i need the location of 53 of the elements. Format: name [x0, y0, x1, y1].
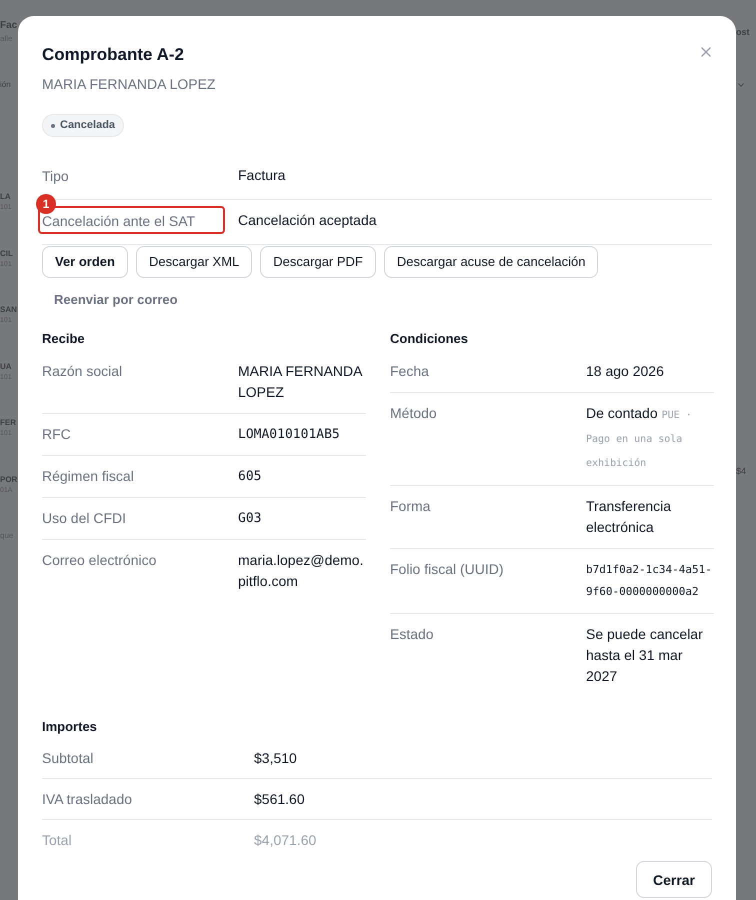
dialog-subtitle: MARIA FERNANDA LOPEZ [42, 74, 216, 94]
field-value: b7d1f0a2-1c34-4a51-9f60-0000000000a2 [586, 562, 713, 600]
field-label: Régimen fiscal [42, 466, 135, 486]
total-value: $3,510 [254, 749, 297, 768]
row-name: UA [0, 360, 13, 372]
field-value: De contado PUE · Pago en una sola exhibición [586, 404, 693, 471]
field-label: Cancelación ante el SAT [42, 212, 196, 229]
action-button[interactable]: Descargar acuse de cancelación [384, 246, 598, 278]
row-name: SAN [0, 304, 18, 316]
field-value: Transferencia electrónica [586, 496, 672, 537]
total-label: IVA trasladado [42, 790, 134, 810]
field-value: Cancelación aceptada [238, 210, 377, 230]
filter-label: ión [0, 79, 12, 91]
amount-text: $4 [736, 464, 748, 478]
field-label: Uso del CFDI [42, 508, 128, 528]
total-value: $561.60 [254, 790, 305, 810]
total-label: Total [42, 831, 73, 850]
total-label: Subtotal [42, 749, 94, 768]
column-header: ost [736, 26, 750, 39]
field-value: Factura [238, 166, 286, 185]
field-value: G03 [238, 510, 262, 528]
row-name: POR [0, 474, 18, 486]
field-value: Se puede cancelar hasta el 31 mar 2027 [586, 624, 704, 686]
action-button[interactable]: Descargar PDF [260, 246, 376, 278]
dialog-title: Comprobante A-2 [42, 44, 184, 66]
row-name: CIL [0, 248, 14, 260]
page-title: Fac [0, 19, 18, 33]
close-dialog-button[interactable]: Cerrar [636, 861, 712, 898]
field-label: Correo electrónico [42, 550, 158, 570]
field-label: Folio fiscal (UUID) [390, 560, 505, 579]
action-button[interactable]: Descargar XML [136, 246, 252, 278]
field-label: Razón social [42, 362, 124, 381]
action-button[interactable]: Ver orden [42, 246, 128, 278]
section-title: Recibe [42, 330, 86, 348]
field-label: Forma [390, 496, 432, 516]
field-label: Método [390, 404, 438, 423]
field-value: maria.lopez@demo.pitflo.com [238, 550, 364, 591]
section-title: Importes [42, 718, 98, 736]
callout-number: 1 [36, 194, 56, 214]
field-value: MARIA FERNANDA LOPEZ [238, 362, 364, 402]
field-label: RFC [42, 424, 72, 444]
row-name: FER [0, 417, 17, 429]
field-value: LOMA010101AB5 [238, 426, 341, 444]
field-label: Tipo [42, 168, 69, 184]
field-value: 18 ago 2026 [586, 362, 665, 381]
field-label: Fecha [390, 362, 430, 381]
total-value: $4,071.60 [254, 831, 316, 850]
status-badge: Cancelada [42, 114, 124, 137]
row-name: LA [0, 191, 12, 203]
field-value: 605 [238, 468, 262, 486]
field-label: Estado [390, 624, 435, 644]
section-title: Condiciones [390, 330, 470, 348]
resend-email-button[interactable]: Reenviar por correo [42, 284, 190, 316]
